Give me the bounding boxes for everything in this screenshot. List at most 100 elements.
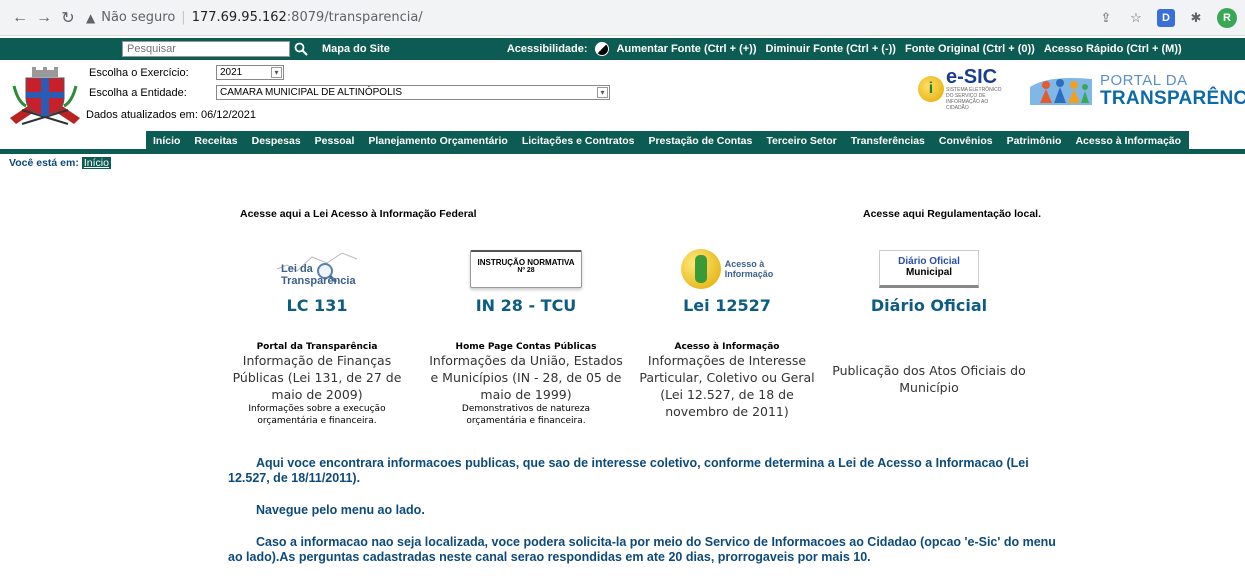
- back-icon[interactable]: ←: [8, 9, 32, 27]
- card-note: Informações sobre a execução orçamentári…: [248, 404, 386, 426]
- card-title[interactable]: Diário Oficial: [829, 296, 1029, 315]
- breadcrumb-label: Você está em:: [9, 157, 79, 169]
- card-subtitle: Acesso à Informação: [674, 342, 780, 352]
- menu-item-transferencias[interactable]: Transferências: [851, 135, 925, 147]
- quick-access-link[interactable]: Acesso Rápido (Ctrl + (M)): [1044, 43, 1182, 55]
- increase-font-link[interactable]: Aumentar Fonte (Ctrl + (+)): [617, 43, 757, 55]
- card-note: Demonstrativos de natureza orçamentária …: [461, 404, 591, 426]
- esic-title: e-SIC: [946, 66, 998, 88]
- entity-filter: Escolha a Entidade: CAMARA MUNICIPAL DE …: [89, 85, 610, 100]
- address-bar[interactable]: ▲ Não seguro | 177.69.95.162:8079/transp…: [86, 10, 423, 25]
- lei-transparencia-logo: Lei da Transparência: [217, 248, 417, 290]
- extensions-puzzle-icon[interactable]: ✱: [1187, 9, 1205, 27]
- card-description: Informações de Interesse Particular, Col…: [639, 353, 815, 419]
- entity-label: Escolha a Entidade:: [89, 86, 187, 99]
- data-updated-label: Dados atualizados em: 06/12/2021: [86, 109, 257, 121]
- decrease-font-link[interactable]: Diminuir Fonte (Ctrl + (-)): [766, 43, 896, 55]
- page-header: Escolha o Exercício: 2021 ▾ Escolha a En…: [0, 60, 1245, 131]
- menu-item-acesso-informacao[interactable]: Acesso à Informação: [1075, 135, 1181, 147]
- card-lei12527[interactable]: Acesso à Informação Lei 12527 Acesso à I…: [627, 248, 827, 420]
- url-host: 177.69.95.162: [191, 10, 287, 25]
- intro-paragraph: Aqui voce encontrara informacoes publica…: [228, 456, 1029, 485]
- card-title[interactable]: IN 28 - TCU: [426, 296, 626, 315]
- bookmark-star-icon[interactable]: ☆: [1127, 9, 1145, 27]
- card-description: Publicação dos Atos Oficiais do Municípi…: [832, 363, 1026, 395]
- entity-select[interactable]: CAMARA MUNICIPAL DE ALTINÓPOLIS ▾: [216, 85, 610, 100]
- logo-line2: Nº 28: [517, 267, 535, 274]
- logo-line1: INSTRUÇÃO NORMATIVA: [477, 258, 575, 267]
- info-i-icon: i: [918, 76, 944, 102]
- exercise-filter: Escolha o Exercício: 2021 ▾: [89, 65, 284, 80]
- card-in28[interactable]: INSTRUÇÃO NORMATIVA Nº 28 IN 28 - TCU Ho…: [426, 248, 626, 427]
- browser-actions: ⇪ ☆ D ✱ R: [1097, 7, 1237, 28]
- card-title[interactable]: Lei 12527: [627, 296, 827, 315]
- card-description: Informação de Finanças Públicas (Lei 131…: [232, 353, 402, 402]
- logo-line1: Lei da: [281, 263, 313, 275]
- menu-item-receitas[interactable]: Receitas: [194, 135, 237, 147]
- main-menu: Início Receitas Despesas Pessoal Planeja…: [146, 131, 1190, 150]
- exercise-value: 2021: [220, 67, 243, 78]
- menu-item-planejamento[interactable]: Planejamento Orçamentário: [368, 135, 507, 147]
- card-title[interactable]: LC 131: [217, 296, 417, 315]
- address-separator: |: [181, 10, 186, 25]
- card-description: Informações da União, Estados e Municípi…: [429, 353, 623, 402]
- search-icon[interactable]: [294, 42, 312, 56]
- forward-icon[interactable]: →: [32, 9, 56, 27]
- browser-toolbar: ← → ↻ ▲ Não seguro | 177.69.95.162:8079/…: [0, 0, 1245, 36]
- people-group-icon: [1030, 78, 1092, 105]
- card-diario-oficial[interactable]: Diário Oficial Municipal Diário Oficial …: [829, 248, 1029, 396]
- logo-line1: Diário Oficial: [898, 256, 960, 267]
- menu-item-terceiro-setor[interactable]: Terceiro Setor: [766, 135, 836, 147]
- accessibility-label: Acessibilidade:: [506, 43, 588, 55]
- top-utility-bar: Mapa do Site Acessibilidade: Aumentar Fo…: [0, 38, 1245, 60]
- menu-item-convenios[interactable]: Convênios: [939, 135, 993, 147]
- insecure-label: Não seguro: [101, 10, 176, 25]
- menu-item-despesas[interactable]: Despesas: [252, 135, 301, 147]
- esic-logo[interactable]: i e-SIC SISTEMA ELETRÔNICO DO SERVIÇO DE…: [918, 67, 1014, 111]
- info-i-icon: [680, 249, 721, 289]
- contrast-icon[interactable]: [594, 42, 609, 56]
- logo-line2: Informação: [724, 269, 774, 279]
- original-font-link[interactable]: Fonte Original (Ctrl + (0)): [905, 43, 1035, 55]
- logo-line1: Acesso à: [724, 259, 765, 269]
- exercise-select[interactable]: 2021 ▾: [216, 65, 284, 80]
- extension-d-icon[interactable]: D: [1157, 8, 1175, 27]
- share-icon[interactable]: ⇪: [1097, 9, 1115, 27]
- logo-line2: Municipal: [905, 267, 953, 278]
- federal-law-heading: Acesse aqui a Lei Acesso à Informação Fe…: [240, 208, 477, 220]
- search-input[interactable]: [122, 41, 290, 57]
- chevron-down-icon: ▾: [271, 67, 282, 78]
- portal-transparencia-logo[interactable]: PORTAL DA TRANSPARÊNCIA: [1028, 72, 1245, 110]
- logo-line2: Transparência: [281, 275, 356, 287]
- card-subtitle: Home Page Contas Públicas: [455, 342, 597, 352]
- breadcrumb: Você está em: Início: [0, 157, 1245, 169]
- exercise-label: Escolha o Exercício:: [89, 66, 189, 79]
- menu-item-pessoal[interactable]: Pessoal: [315, 135, 355, 147]
- card-lc131[interactable]: Lei da Transparência LC 131 Portal da Tr…: [217, 248, 417, 427]
- profile-avatar[interactable]: R: [1217, 7, 1237, 28]
- menu-item-patrimonio[interactable]: Patrimônio: [1007, 135, 1062, 147]
- menu-item-prestacao[interactable]: Prestação de Contas: [648, 135, 752, 147]
- portal-title-line2: TRANSPARÊNCIA: [1100, 88, 1245, 109]
- intro-paragraph: Caso a informacao nao seja localizada, v…: [228, 535, 1056, 564]
- esic-subtitle: SISTEMA ELETRÔNICO DO SERVIÇO DE INFORMA…: [946, 87, 1002, 111]
- chevron-down-icon: ▾: [597, 87, 608, 98]
- acesso-informacao-logo: Acesso à Informação: [627, 248, 827, 290]
- warning-icon: ▲: [86, 10, 96, 25]
- breadcrumb-current[interactable]: Início: [81, 157, 111, 169]
- entity-value: CAMARA MUNICIPAL DE ALTINÓPOLIS: [220, 87, 403, 98]
- local-regulation-heading: Acesse aqui Regulamentação local.: [863, 208, 1041, 220]
- main-menu-bar: Início Receitas Despesas Pessoal Planeja…: [0, 131, 1245, 154]
- portal-title-line1: PORTAL DA: [1100, 72, 1188, 89]
- intro-text: Aqui voce encontrara informacoes publica…: [228, 456, 1058, 582]
- diario-oficial-logo: Diário Oficial Municipal: [829, 248, 1029, 290]
- instrucao-normativa-logo: INSTRUÇÃO NORMATIVA Nº 28: [426, 248, 626, 290]
- card-subtitle: Portal da Transparência: [256, 342, 378, 352]
- menu-item-inicio[interactable]: Início: [153, 135, 180, 147]
- intro-paragraph: Navegue pelo menu ao lado.: [256, 503, 425, 517]
- reload-icon[interactable]: ↻: [56, 8, 80, 28]
- site-map-link[interactable]: Mapa do Site: [322, 43, 390, 55]
- accessibility-group: Acessibilidade: Aumentar Fonte (Ctrl + (…: [507, 42, 1191, 56]
- menu-item-licitacoes[interactable]: Licitações e Contratos: [522, 135, 635, 147]
- coat-of-arms-logo: [10, 67, 80, 125]
